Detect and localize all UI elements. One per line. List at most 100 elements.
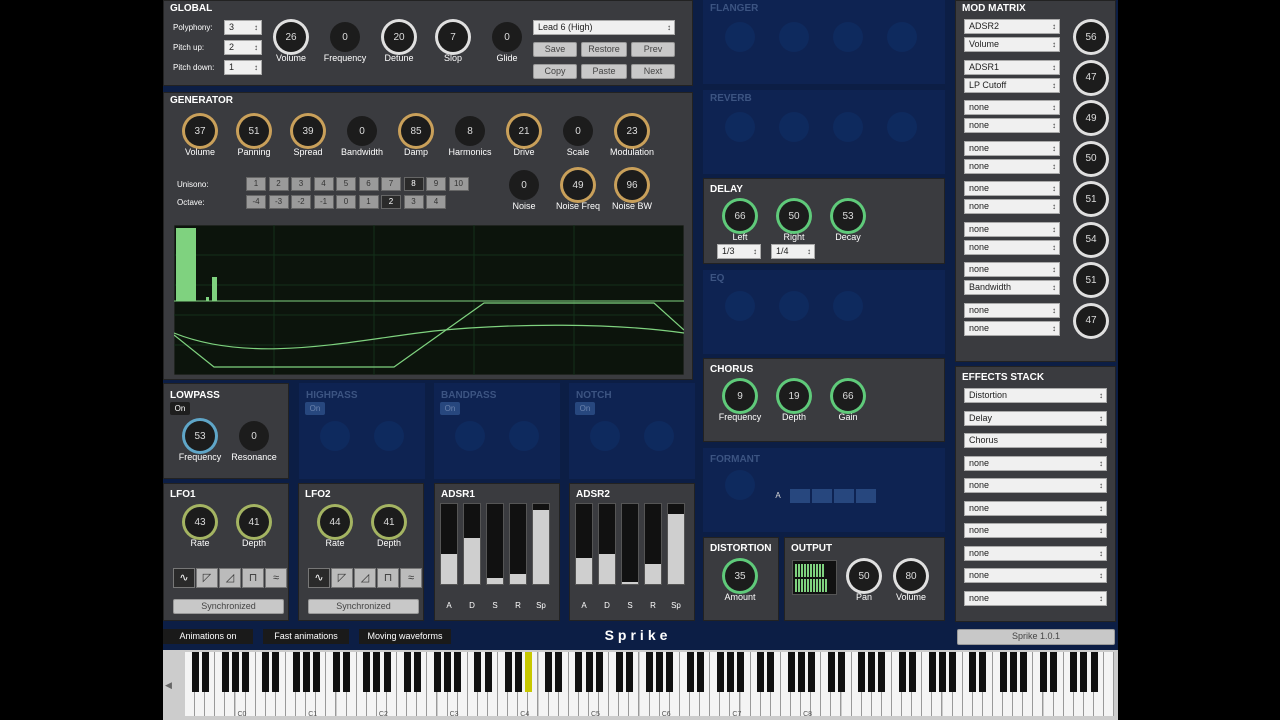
black-key[interactable]	[898, 652, 906, 692]
mod-source-select[interactable]: none	[964, 221, 1060, 237]
flanger-knob[interactable]	[725, 22, 755, 52]
detune-knob[interactable]: 20	[384, 22, 414, 52]
black-key[interactable]	[726, 652, 734, 692]
black-key[interactable]	[484, 652, 492, 692]
unisono-4-button[interactable]: 4	[313, 177, 334, 191]
lp-resonance-knob[interactable]: 0	[239, 421, 269, 451]
adsr2-d-slider[interactable]	[598, 503, 616, 585]
hp-resonance-knob[interactable]	[374, 421, 404, 451]
black-key[interactable]	[807, 652, 815, 692]
chorus-gain-knob[interactable]: 66	[833, 381, 863, 411]
effects-slot-select[interactable]: none	[964, 523, 1107, 538]
black-key[interactable]	[1019, 652, 1027, 692]
black-key[interactable]	[858, 652, 866, 692]
mod-source-select[interactable]: none	[964, 302, 1060, 318]
black-key[interactable]	[434, 652, 441, 692]
polyphony-select[interactable]: 3	[224, 20, 262, 35]
black-key[interactable]	[595, 652, 603, 692]
octave-3-button[interactable]: 3	[403, 195, 424, 209]
mod-amount-knob[interactable]: 51	[1076, 184, 1106, 214]
bp-frequency-knob[interactable]	[455, 421, 485, 451]
mod-destination-select[interactable]: none	[964, 158, 1060, 174]
noise-wave-button[interactable]: ≈	[265, 568, 287, 588]
black-key[interactable]	[413, 652, 421, 692]
lfo2-depth-knob[interactable]: 41	[374, 507, 404, 537]
bp-q-knob[interactable]	[509, 421, 539, 451]
formant-mix-knob[interactable]	[725, 470, 755, 500]
black-key[interactable]	[908, 652, 916, 692]
black-key[interactable]	[373, 652, 381, 692]
gen-volume-knob[interactable]: 37	[185, 116, 215, 146]
black-key[interactable]	[969, 652, 977, 692]
delay-right-division[interactable]: 1/4	[771, 244, 815, 259]
black-key[interactable]	[191, 652, 199, 692]
black-key[interactable]	[474, 652, 482, 692]
black-key[interactable]	[585, 652, 593, 692]
eq-knob[interactable]	[833, 291, 863, 321]
harmonics-knob[interactable]: 8	[455, 116, 485, 146]
black-key[interactable]	[575, 652, 583, 692]
noise-freq-knob[interactable]: 49	[563, 170, 593, 200]
unisono-10-button[interactable]: 10	[448, 177, 469, 191]
lfo2-sync-button[interactable]: Synchronized	[308, 599, 419, 614]
panning-knob[interactable]: 51	[239, 116, 269, 146]
octave-1-button[interactable]: 1	[358, 195, 379, 209]
unisono-6-button[interactable]: 6	[358, 177, 379, 191]
reverb-knob[interactable]	[779, 112, 809, 142]
black-key[interactable]	[312, 652, 320, 692]
chorus-frequency-knob[interactable]: 9	[725, 381, 755, 411]
effects-slot-select[interactable]: Delay	[964, 410, 1107, 426]
black-key[interactable]	[383, 652, 391, 692]
black-key[interactable]	[625, 652, 633, 692]
black-key[interactable]	[524, 652, 532, 692]
reverb-knob[interactable]	[725, 112, 755, 142]
mod-source-select[interactable]: ADSR2	[964, 19, 1060, 34]
sine-wave-button[interactable]: ∿	[173, 568, 195, 588]
paste-button[interactable]: Paste	[581, 64, 627, 79]
unisono-3-button[interactable]: 3	[291, 177, 311, 191]
mod-amount-knob[interactable]: 51	[1076, 265, 1106, 295]
glide-knob[interactable]: 0	[492, 22, 522, 52]
black-key[interactable]	[979, 652, 987, 692]
black-key[interactable]	[504, 652, 512, 692]
black-key[interactable]	[696, 652, 704, 692]
slop-knob[interactable]: 7	[438, 22, 468, 52]
black-key[interactable]	[737, 652, 744, 692]
saw-down-wave-button[interactable]: ◸	[331, 568, 353, 588]
black-key[interactable]	[221, 652, 229, 692]
pitchdown-select[interactable]: 1	[224, 60, 262, 75]
bandpass-on-toggle[interactable]: On	[440, 402, 460, 415]
effects-slot-select[interactable]: none	[964, 568, 1107, 583]
black-key[interactable]	[514, 652, 522, 692]
hp-frequency-knob[interactable]	[320, 421, 350, 451]
effects-slot-select[interactable]: none	[964, 500, 1107, 516]
black-key[interactable]	[1090, 652, 1098, 692]
adsr2-a-slider[interactable]	[575, 503, 593, 585]
output-pan-knob[interactable]: 50	[849, 561, 879, 591]
black-key[interactable]	[928, 652, 936, 692]
adsr1-a-slider[interactable]	[440, 503, 458, 585]
next-button[interactable]: Next	[631, 64, 675, 79]
black-key[interactable]	[827, 652, 835, 692]
restore-button[interactable]: Restore	[581, 42, 627, 57]
bandwidth-knob[interactable]: 0	[347, 116, 377, 146]
eq-knob[interactable]	[725, 291, 755, 321]
black-key[interactable]	[797, 652, 805, 692]
octave-0-button[interactable]: 0	[336, 195, 356, 209]
black-key[interactable]	[363, 652, 371, 692]
black-key[interactable]	[656, 652, 664, 692]
black-key[interactable]	[757, 652, 765, 692]
black-key[interactable]	[838, 652, 845, 692]
black-key[interactable]	[767, 652, 775, 692]
black-key[interactable]	[1070, 652, 1078, 692]
noise-knob[interactable]: 0	[509, 170, 539, 200]
adsr1-r-slider[interactable]	[509, 503, 527, 585]
saw-up-wave-button[interactable]: ◿	[219, 568, 241, 588]
octave--1-button[interactable]: -1	[313, 195, 334, 209]
unisono-7-button[interactable]: 7	[381, 177, 401, 191]
flanger-knob[interactable]	[833, 22, 863, 52]
lowpass-on-toggle[interactable]: On	[170, 402, 190, 415]
black-key[interactable]	[939, 652, 946, 692]
output-volume-knob[interactable]: 80	[896, 561, 926, 591]
black-key[interactable]	[444, 652, 452, 692]
